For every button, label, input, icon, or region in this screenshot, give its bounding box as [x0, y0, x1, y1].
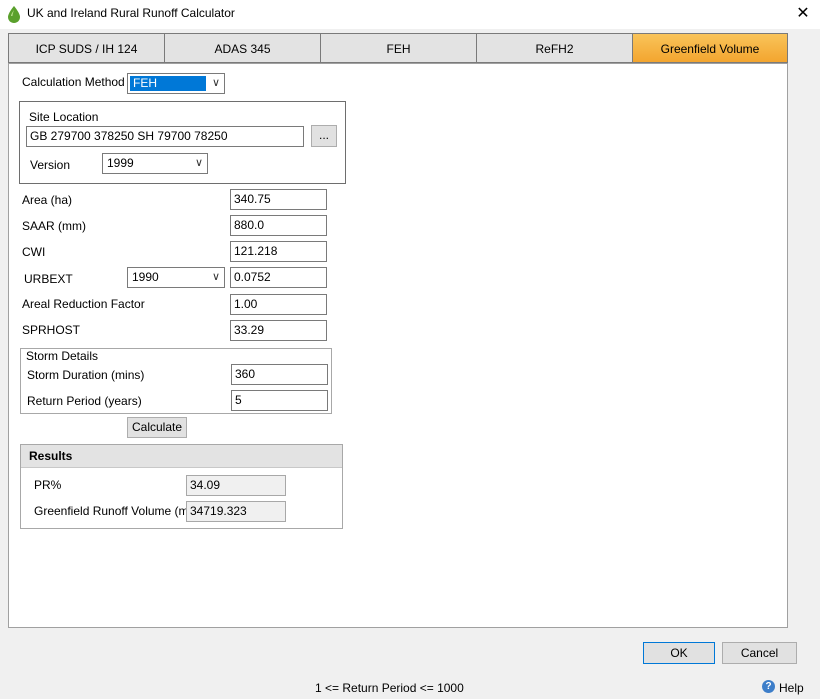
- site-location-group: Site Location GB 279700 378250 SH 79700 …: [19, 101, 346, 184]
- browse-location-button[interactable]: ...: [311, 125, 337, 147]
- app-droplet-icon: [8, 6, 20, 23]
- sprhost-label: SPRHOST: [22, 323, 81, 337]
- pr-label: PR%: [34, 478, 62, 492]
- tab-feh[interactable]: FEH: [320, 33, 477, 63]
- site-location-input[interactable]: GB 279700 378250 SH 79700 78250: [26, 126, 304, 147]
- version-value: 1999: [107, 156, 134, 170]
- site-location-group-title: Site Location: [29, 110, 99, 124]
- status-message: 1 <= Return Period <= 1000: [315, 681, 464, 695]
- window-title: UK and Ireland Rural Runoff Calculator: [27, 6, 235, 20]
- tab-content-panel: Calculation Method FEH ∨ Site Location G…: [8, 63, 788, 628]
- tab-icp-suds[interactable]: ICP SUDS / IH 124: [8, 33, 165, 63]
- arf-label: Areal Reduction Factor: [22, 297, 145, 311]
- area-label: Area (ha): [22, 193, 73, 207]
- results-panel: Results PR% 34.09 Greenfield Runoff Volu…: [20, 444, 343, 529]
- storm-duration-input[interactable]: 360: [231, 364, 328, 385]
- saar-input[interactable]: 880.0: [230, 215, 327, 236]
- close-icon: ✕: [796, 5, 810, 22]
- calc-method-value: FEH: [130, 76, 206, 91]
- help-link[interactable]: Help: [779, 681, 804, 695]
- saar-label: SAAR (mm): [22, 219, 86, 233]
- cwi-label: CWI: [22, 245, 46, 259]
- return-period-label: Return Period (years): [27, 394, 142, 408]
- storm-duration-label: Storm Duration (mins): [27, 368, 145, 382]
- return-period-input[interactable]: 5: [231, 390, 328, 411]
- help-icon[interactable]: ?: [762, 680, 775, 693]
- title-bar: UK and Ireland Rural Runoff Calculator ✕: [0, 0, 820, 29]
- close-button[interactable]: ✕: [786, 0, 820, 29]
- tab-refh2[interactable]: ReFH2: [476, 33, 633, 63]
- chevron-down-icon: ∨: [211, 271, 220, 283]
- cancel-button[interactable]: Cancel: [722, 642, 797, 664]
- urbext-label: URBEXT: [24, 272, 73, 286]
- ok-button[interactable]: OK: [643, 642, 715, 664]
- calculate-button[interactable]: Calculate: [127, 417, 187, 438]
- version-label: Version: [30, 158, 71, 172]
- sprhost-input[interactable]: 33.29: [230, 320, 327, 341]
- cwi-input[interactable]: 121.218: [230, 241, 327, 262]
- chevron-down-icon: ∨: [211, 77, 220, 89]
- urbext-input[interactable]: 0.0752: [230, 267, 327, 288]
- calc-method-select[interactable]: FEH ∨: [127, 73, 225, 94]
- version-select[interactable]: 1999 ∨: [102, 153, 208, 174]
- arf-input[interactable]: 1.00: [230, 294, 327, 315]
- tab-greenfield-volume[interactable]: Greenfield Volume: [632, 33, 788, 63]
- method-tabs: ICP SUDS / IH 124 ADAS 345 FEH ReFH2 Gre…: [8, 33, 788, 63]
- tab-adas-345[interactable]: ADAS 345: [164, 33, 321, 63]
- pr-output: 34.09: [186, 475, 286, 496]
- results-title: Results: [21, 445, 342, 468]
- storm-details-group-title: Storm Details: [24, 349, 101, 363]
- chevron-down-icon: ∨: [194, 157, 203, 169]
- greenfield-volume-label: Greenfield Runoff Volume (m³): [34, 504, 197, 518]
- urbext-year-value: 1990: [132, 270, 159, 284]
- urbext-year-select[interactable]: 1990 ∨: [127, 267, 225, 288]
- greenfield-volume-output: 34719.323: [186, 501, 286, 522]
- calc-method-label: Calculation Method: [22, 75, 125, 89]
- storm-details-group: Storm Details Storm Duration (mins) 360 …: [20, 348, 332, 414]
- area-input[interactable]: 340.75: [230, 189, 327, 210]
